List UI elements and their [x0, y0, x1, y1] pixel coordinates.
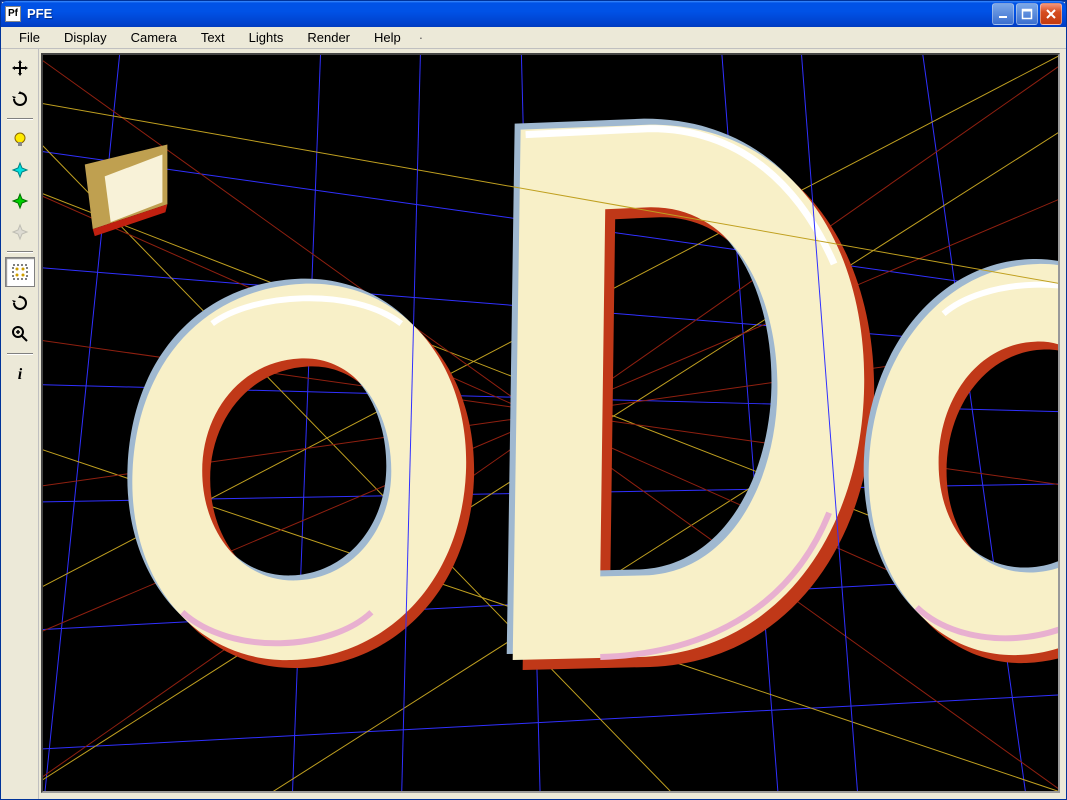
app-window: Pf PFE File Display Camera Text Lights R…: [0, 0, 1067, 800]
move-tool[interactable]: [5, 53, 35, 83]
window-controls: [992, 3, 1062, 25]
menu-separator-dot: ·: [419, 30, 423, 45]
zoom-tool[interactable]: [5, 319, 35, 349]
orbit-icon: [10, 293, 30, 313]
rotate-tool[interactable]: [5, 84, 35, 114]
menu-file[interactable]: File: [7, 27, 52, 48]
orbit-tool[interactable]: [5, 288, 35, 318]
close-button[interactable]: [1040, 3, 1062, 25]
menu-lights[interactable]: Lights: [237, 27, 296, 48]
bulb-gray-icon: [10, 222, 30, 242]
menu-help[interactable]: Help: [362, 27, 413, 48]
minimize-button[interactable]: [992, 3, 1014, 25]
app-icon: Pf: [5, 6, 21, 22]
bulb-yellow-icon: [10, 129, 30, 149]
move-icon: [10, 58, 30, 78]
toolbar: i: [1, 49, 39, 799]
workarea: i: [1, 49, 1066, 799]
light2-tool[interactable]: [5, 155, 35, 185]
select-icon: [10, 262, 30, 282]
info-tool[interactable]: i: [5, 359, 35, 389]
bulb-green-icon: [10, 191, 30, 211]
scene-render: [43, 55, 1058, 791]
zoom-icon: [10, 324, 30, 344]
maximize-button[interactable]: [1016, 3, 1038, 25]
svg-text:i: i: [17, 366, 22, 383]
light1-tool[interactable]: [5, 124, 35, 154]
menu-text[interactable]: Text: [189, 27, 237, 48]
menu-render[interactable]: Render: [295, 27, 362, 48]
window-title: PFE: [27, 6, 992, 21]
menu-display[interactable]: Display: [52, 27, 119, 48]
toolbar-separator: [7, 251, 33, 253]
menu-camera[interactable]: Camera: [119, 27, 189, 48]
viewport-3d[interactable]: [41, 53, 1060, 793]
info-icon: i: [10, 364, 30, 384]
toolbar-separator: [7, 353, 33, 355]
titlebar[interactable]: Pf PFE: [1, 1, 1066, 27]
toolbar-separator: [7, 118, 33, 120]
light3-tool[interactable]: [5, 186, 35, 216]
menubar: File Display Camera Text Lights Render H…: [1, 27, 1066, 49]
bulb-cyan-icon: [10, 160, 30, 180]
rotate-icon: [10, 89, 30, 109]
select-tool[interactable]: [5, 257, 35, 287]
light4-tool[interactable]: [5, 217, 35, 247]
